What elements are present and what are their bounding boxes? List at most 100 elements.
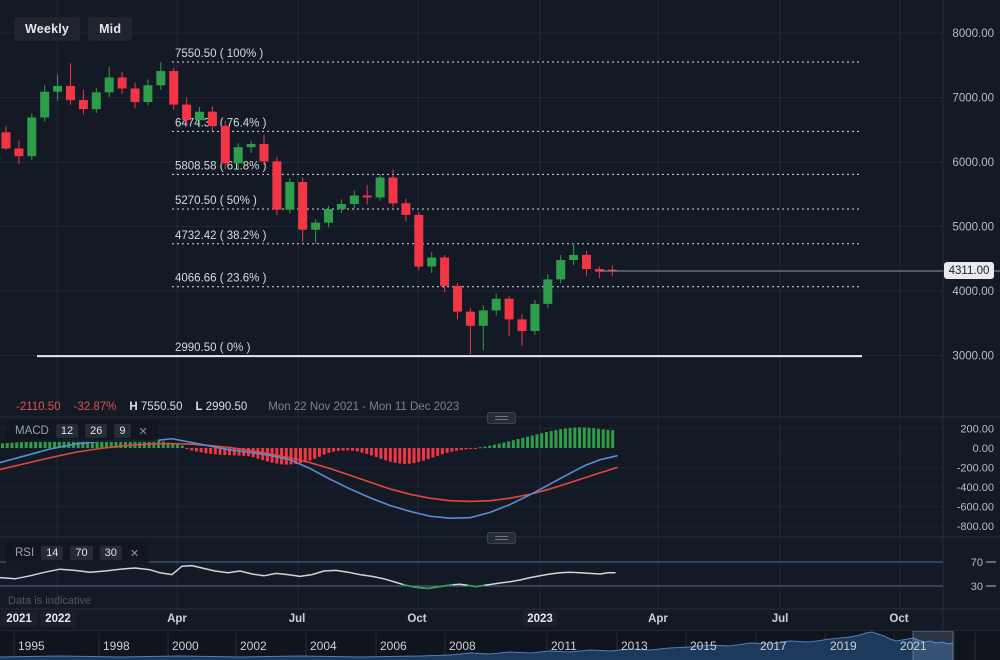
candle-body [66, 86, 75, 100]
candle-body [169, 71, 178, 105]
candle-body [518, 319, 527, 331]
rsi-title: RSI [15, 547, 34, 559]
candle [131, 83, 140, 109]
rsi-param-lower[interactable]: 30 [100, 546, 122, 560]
macd-histogram-bar [162, 442, 165, 448]
candle-body [350, 196, 359, 204]
macd-histogram-bar [209, 448, 212, 454]
timeframe-button[interactable]: Weekly [14, 17, 80, 41]
history-navigator[interactable]: 1995199820002002200420062008201120132015… [0, 630, 1000, 660]
navigator-year-label: 2008 [449, 639, 476, 653]
macd-histogram-bar [290, 448, 293, 464]
macd-histogram-bar [460, 448, 463, 450]
candle-body [298, 182, 307, 230]
macd-histogram-bar [370, 448, 373, 455]
candle [414, 212, 423, 269]
candle-body [376, 177, 385, 197]
candle [298, 177, 307, 242]
candle-body [479, 310, 488, 325]
candle [247, 141, 256, 153]
macd-histogram-bar [29, 441, 32, 448]
macd-histogram-bar [474, 448, 477, 449]
rsi-oversold-segment [428, 587, 436, 588]
macd-histogram-bar [498, 444, 501, 448]
macd-histogram-bar [540, 433, 543, 448]
navigator-year-label: 1995 [18, 639, 45, 653]
rsi-pane-resize-handle[interactable] [487, 532, 516, 544]
candle [479, 305, 488, 350]
candle-body [569, 255, 578, 260]
rsi-param-upper[interactable]: 70 [70, 546, 92, 560]
time-axis-label: 2021 [1, 611, 37, 627]
macd-histogram-bar [592, 428, 595, 448]
time-axis-label: 2022 [40, 611, 76, 627]
date-range: Mon 22 Nov 2021 - Mon 11 Dec 2023 [268, 401, 459, 413]
candle-body [389, 177, 398, 203]
candle [105, 67, 114, 97]
current-price-label: 4311.00 [944, 262, 994, 279]
candle-body [427, 257, 436, 266]
macd-histogram-bar [389, 448, 392, 462]
price-axis-label: 3000.00 [952, 351, 994, 363]
candle-body [27, 117, 36, 156]
rsi-oversold-segment [412, 587, 420, 588]
rsi-oversold-segment [420, 588, 428, 589]
macd-histogram-bar [181, 446, 184, 448]
macd-histogram-bar [588, 428, 591, 448]
macd-pane-resize-handle[interactable] [487, 412, 516, 424]
time-axis[interactable]: 20212022AprJulOct2023AprJulOct [0, 609, 1000, 630]
trading-chart-app: 7550.50 ( 100% )6474.34 ( 76.4% )5808.58… [0, 0, 1000, 660]
macd-param-slow[interactable]: 26 [85, 424, 107, 438]
macd-histogram-bar [531, 436, 534, 448]
candle-body [453, 286, 462, 312]
navigator-year-label: 2015 [690, 639, 717, 653]
time-axis-label: Jul [284, 611, 311, 627]
rsi-param-length[interactable]: 14 [41, 546, 63, 560]
candle [389, 170, 398, 207]
price-axis-label: 7000.00 [952, 93, 994, 105]
candle [27, 114, 36, 160]
macd-histogram-bar [573, 428, 576, 448]
macd-param-signal[interactable]: 9 [114, 424, 130, 438]
high-number: 7550.50 [141, 401, 183, 413]
candle [569, 243, 578, 265]
rsi-close-icon[interactable]: ✕ [129, 547, 140, 560]
macd-close-icon[interactable]: ✕ [138, 425, 149, 438]
macd-histogram-bar [379, 448, 382, 459]
candle [66, 63, 75, 104]
macd-histogram-bar [578, 427, 581, 448]
candle [2, 126, 11, 150]
status-line: -2110.50 -32.87% H 7550.50 L 2990.50 Mon… [16, 401, 459, 413]
fib-label: 2990.50 ( 0% ) [175, 342, 251, 354]
candle-body [324, 209, 333, 223]
macd-histogram-bar [408, 448, 411, 464]
data-indicative-note: Data is indicative [8, 595, 91, 607]
macd-histogram-bar [360, 448, 363, 453]
rsi-axis-label: 70 [971, 557, 983, 569]
grid-horizontal-lines [0, 33, 943, 356]
time-axis-label: Apr [643, 611, 673, 627]
rsi-legend: RSI 14 70 30 ✕ [6, 542, 149, 564]
macd-histogram-bar [384, 448, 387, 460]
candle-body [2, 132, 11, 148]
macd-histogram-bar [441, 448, 444, 454]
navigator-year-label: 2019 [830, 639, 857, 653]
macd-histogram-bar [417, 448, 420, 462]
low-number: 2990.50 [206, 401, 248, 413]
macd-histogram-bar [606, 430, 609, 448]
candle [40, 85, 49, 121]
candle [363, 185, 372, 204]
macd-histogram-bar [323, 448, 326, 455]
macd-param-fast[interactable]: 12 [56, 424, 78, 438]
price-axis-label: 6000.00 [952, 157, 994, 169]
candle-body [143, 85, 152, 102]
candle [92, 88, 101, 113]
macd-histogram-bar [446, 448, 449, 453]
mode-button[interactable]: Mid [88, 17, 132, 41]
macd-histogram-bar [332, 448, 335, 452]
rsi-pane: 7030 [0, 557, 996, 593]
time-axis-label: Jul [767, 611, 794, 627]
candle [595, 266, 604, 278]
navigator-year-label: 2004 [310, 639, 337, 653]
low-label: L [195, 401, 202, 413]
